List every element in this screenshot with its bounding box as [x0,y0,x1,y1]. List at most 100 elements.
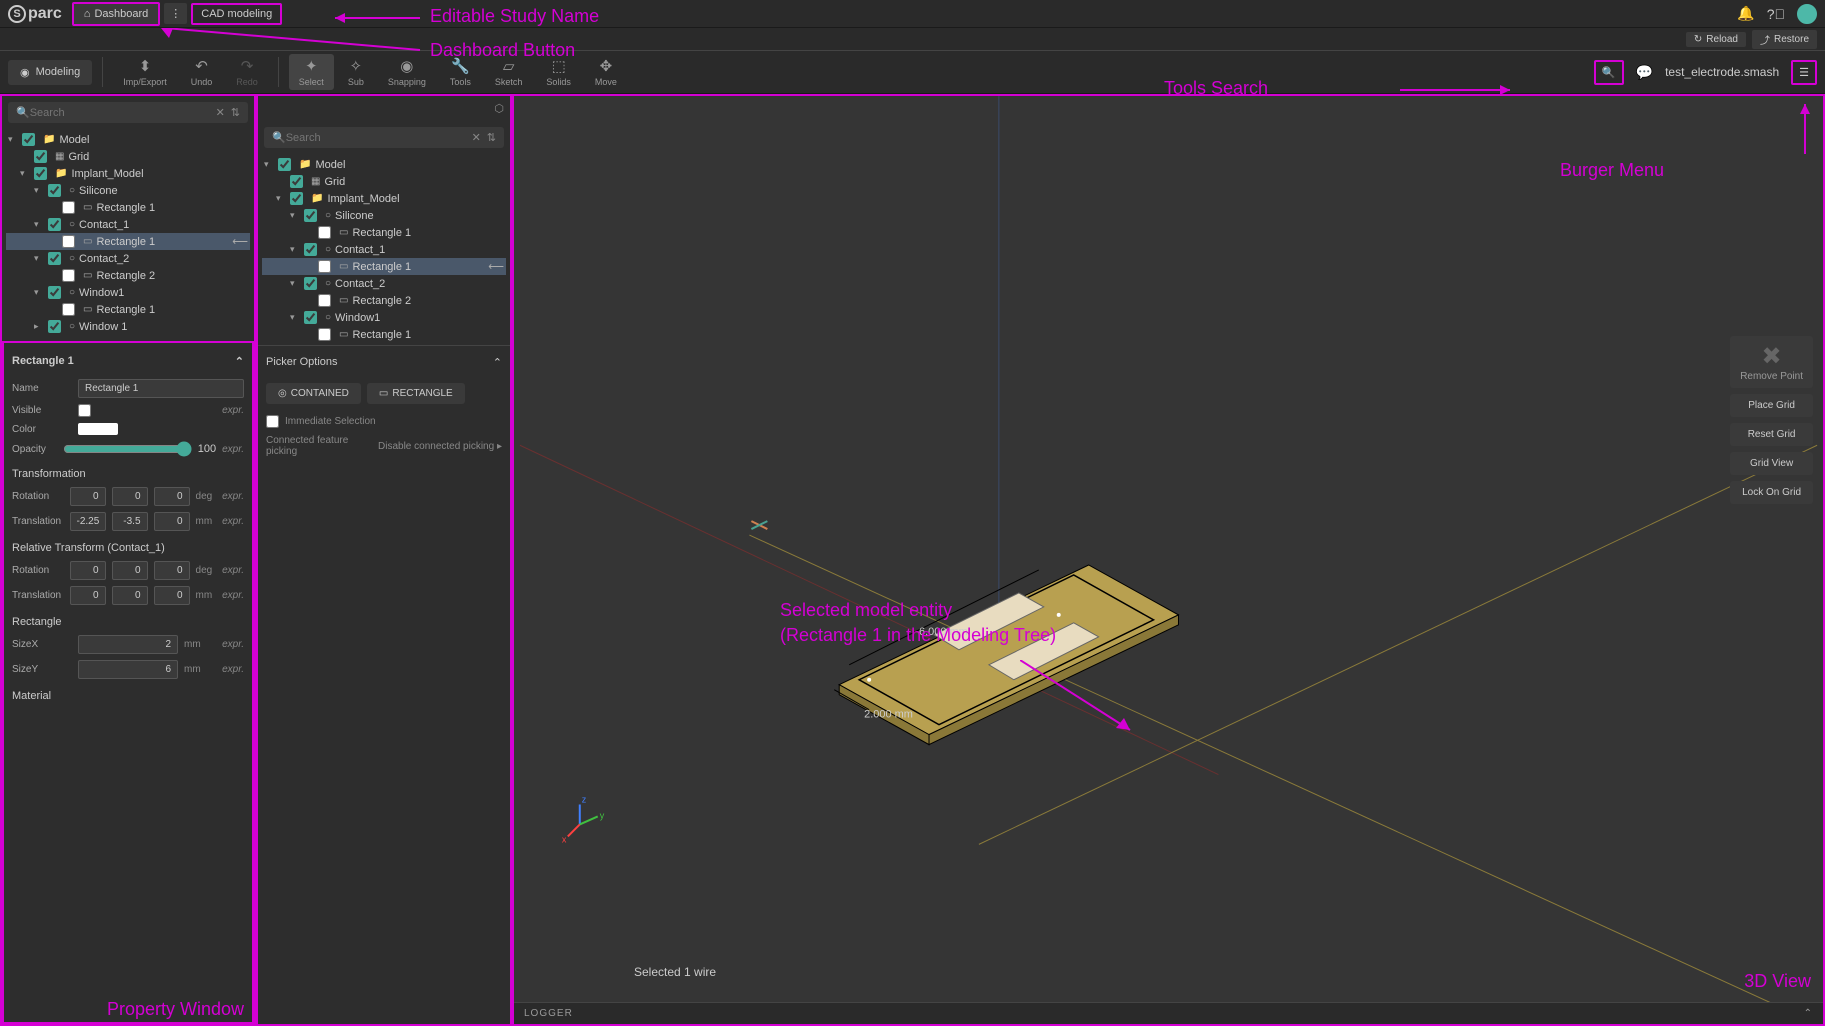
color-swatch[interactable] [78,423,118,435]
clear-icon[interactable]: ✕ [216,106,225,119]
contained-toggle[interactable]: ◎CONTAINED [266,383,361,404]
mid-tree-contact2[interactable]: ▾○Contact_2 [262,275,506,292]
reload-icon: ↻ [1694,34,1702,45]
mid-tree-rect2[interactable]: ▭Rectangle 2 [262,292,506,309]
tree-node-rect1b[interactable]: ▭Rectangle 1 [6,301,250,318]
rel-trans-z[interactable] [154,586,190,605]
rel-rot-y[interactable] [112,561,148,580]
trans-z[interactable] [154,512,190,531]
tool-undo[interactable]: ↶Undo [181,54,223,90]
mid-tree-rect1b[interactable]: ▭Rectangle 1 [262,326,506,343]
tool-tools[interactable]: 🔧Tools [440,54,481,90]
mid-tree-contact1[interactable]: ▾○Contact_1 [262,241,506,258]
remove-point-button[interactable]: ✖Remove Point [1730,336,1813,388]
rel-rot-x[interactable] [70,561,106,580]
home-icon: ⌂ [84,8,91,20]
rot-y[interactable] [112,487,148,506]
mid-tree-rect1-sel[interactable]: ▭Rectangle 1⟵ [262,258,506,275]
property-header[interactable]: Rectangle 1⌃ [12,351,244,376]
restore-button[interactable]: ⤴Restore [1752,30,1817,49]
tree-node-implant[interactable]: ▾📁Implant_Model [6,165,250,182]
mid-tree-rect1a[interactable]: ▭Rectangle 1 [262,224,506,241]
svg-text:z: z [582,794,587,804]
tree-node-rect1-selected[interactable]: ▭Rectangle 1⟵ [6,233,250,250]
name-input[interactable] [78,379,244,398]
tree-node-rect2[interactable]: ▭Rectangle 2 [6,267,250,284]
rel-rot-z[interactable] [154,561,190,580]
tree-node-win1[interactable]: ▸○Window 1 [6,318,250,335]
tree-node-grid[interactable]: ▦Grid [6,148,250,165]
mid-tree-model[interactable]: ▾📁Model [262,156,506,173]
tools-search-button[interactable]: 🔍 [1594,60,1624,85]
logger-bar[interactable]: LOGGER⌃ [514,1002,1823,1024]
sizex-input[interactable] [78,635,178,654]
mid-search-input[interactable] [286,132,472,144]
grid-icon: ▦ [55,151,64,162]
tree-node-contact1[interactable]: ▾○Contact_1 [6,216,250,233]
avatar[interactable] [1797,4,1817,24]
tool-move[interactable]: ✥Move [585,54,627,90]
tool-select[interactable]: ✦Select [289,54,334,90]
reset-grid-button[interactable]: Reset Grid [1730,423,1813,446]
tool-sub[interactable]: ✧Sub [338,54,374,90]
trans-y[interactable] [112,512,148,531]
tool-import-export[interactable]: ⬍Imp/Export [113,54,177,90]
rect-icon: ▭ [83,202,92,213]
tree-search-input[interactable] [30,107,216,119]
picker-header[interactable]: Picker Options⌃ [266,354,502,377]
property-window-label: Property Window [107,999,244,1020]
select-icon: ✦ [305,57,318,75]
tree-node-model[interactable]: ▾📁Model [6,131,250,148]
study-name-field[interactable]: CAD modeling [191,3,282,25]
tool-solids[interactable]: ⬚Solids [536,54,581,90]
mid-tree-window1[interactable]: ▾○Window1 [262,309,506,326]
tree-node-contact2[interactable]: ▾○Contact_2 [6,250,250,267]
3d-viewport[interactable]: 6.000 mm 2.000 mm z y x Selected 1 wire … [512,94,1825,1026]
collapse-icon[interactable]: ⇅ [487,131,496,144]
trans-x[interactable] [70,512,106,531]
clear-icon[interactable]: ✕ [472,131,481,144]
rel-trans-x[interactable] [70,586,106,605]
dim-6mm: 6.000 mm [919,626,968,638]
mid-tree-implant[interactable]: ▾📁Implant_Model [262,190,506,207]
tool-sketch[interactable]: ▱Sketch [485,54,533,90]
comment-icon[interactable]: 💬 [1636,64,1653,81]
rot-z[interactable] [154,487,190,506]
mid-tree-search[interactable]: 🔍 ✕ ⇅ [264,127,504,148]
bell-icon[interactable]: 🔔 [1737,5,1754,22]
reload-button[interactable]: ↻Reload [1686,32,1746,47]
rel-trans-y[interactable] [112,586,148,605]
burger-menu-button[interactable]: ☰ [1791,60,1817,85]
rect-icon: ▭ [83,236,92,247]
collapse-icon[interactable]: ⇅ [231,106,240,119]
tool-snapping[interactable]: ◉Snapping [378,54,436,90]
lock-grid-button[interactable]: Lock On Grid [1730,481,1813,504]
immediate-checkbox[interactable] [266,415,279,428]
material-section: Material [12,682,244,706]
opacity-slider[interactable] [63,441,192,457]
tool-redo[interactable]: ↷Redo [226,54,268,90]
disable-picking-button[interactable]: Disable connected picking ▸ [378,439,502,454]
tree-node-silicone[interactable]: ▾○Silicone [6,182,250,199]
place-grid-button[interactable]: Place Grid [1730,394,1813,417]
dashboard-button[interactable]: ⌂ Dashboard [72,2,160,26]
tree-node-window1[interactable]: ▾○Window1 [6,284,250,301]
cube-icon[interactable]: ⬡ [494,102,504,115]
solids-icon: ⬚ [552,57,566,75]
visible-checkbox[interactable] [78,404,91,417]
circle-icon: ○ [69,287,75,298]
tree-search[interactable]: 🔍 ✕ ⇅ [8,102,248,123]
mid-tree-silicone[interactable]: ▾○Silicone [262,207,506,224]
import-export-icon: ⬍ [139,57,152,75]
mid-tree-grid[interactable]: ▦Grid [262,173,506,190]
link-icon: ⟵ [232,235,248,248]
tree-node-rect1a[interactable]: ▭Rectangle 1 [6,199,250,216]
menu-dots-button[interactable]: ⋮ [164,3,187,24]
grid-view-button[interactable]: Grid View [1730,452,1813,475]
modeling-mode-button[interactable]: ◉ Modeling [8,60,92,85]
rot-x[interactable] [70,487,106,506]
rectangle-toggle[interactable]: ▭RECTANGLE [367,383,465,404]
close-icon: ✖ [1762,342,1782,371]
help-icon[interactable]: ?⃝ [1767,6,1785,22]
sizey-input[interactable] [78,660,178,679]
